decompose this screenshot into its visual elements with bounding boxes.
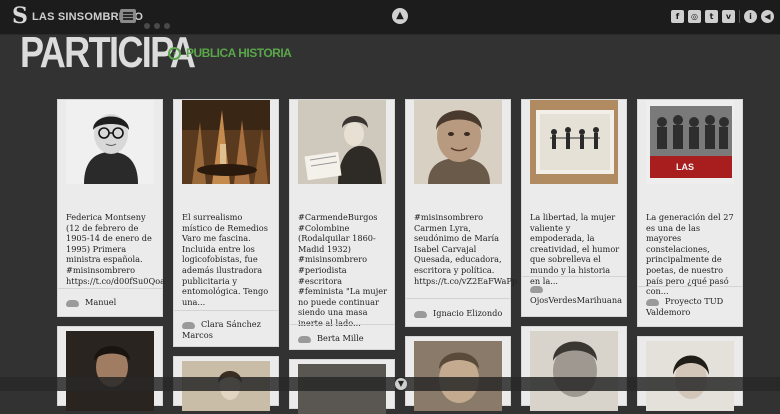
- story-image: LAS: [646, 100, 734, 184]
- author-name: Proyecto TUD Valdemoro: [646, 296, 724, 317]
- separator: [739, 10, 740, 23]
- divider: [174, 310, 278, 311]
- story-card[interactable]: [57, 326, 163, 411]
- story-image: [530, 100, 618, 184]
- story-card[interactable]: El surrealismo místico de Remedios Varo …: [173, 99, 279, 347]
- user-icon: [414, 310, 427, 318]
- story-card[interactable]: [521, 326, 627, 411]
- author-name: Manuel: [85, 297, 117, 307]
- story-image: [298, 100, 386, 184]
- story-image: [182, 100, 270, 184]
- story-image: [530, 331, 618, 411]
- facebook-icon[interactable]: f: [671, 10, 684, 23]
- story-image: [646, 341, 734, 411]
- chevron-up-icon[interactable]: ▲: [392, 8, 408, 24]
- volume-icon[interactable]: ◀: [761, 10, 774, 23]
- story-author: Berta Mille: [298, 333, 390, 344]
- story-card[interactable]: #misinsombrero Carmen Lyra, seudónimo de…: [405, 99, 518, 327]
- story-text: #CarmendeBurgos #Colombine (Rodalquilar …: [298, 212, 388, 328]
- story-image: [414, 341, 502, 411]
- story-image: [66, 100, 154, 184]
- user-icon: [66, 299, 79, 307]
- story-card[interactable]: Federica Montseny (12 de febrero de 1905…: [57, 99, 166, 317]
- story-image: [414, 100, 502, 184]
- author-name: OjosVerdesMarihuana: [530, 295, 622, 305]
- menu-icon[interactable]: [120, 9, 136, 23]
- story-author: OjosVerdesMarihuana: [530, 286, 622, 306]
- story-card[interactable]: LAS La generación del 27 es una de las m…: [637, 99, 743, 327]
- bottom-bar: ▼: [0, 377, 780, 391]
- story-author: Clara Sánchez Marcos: [182, 319, 274, 340]
- story-author: Manuel: [66, 297, 158, 308]
- divider: [406, 298, 510, 299]
- author-name: Berta Mille: [317, 333, 364, 343]
- story-card[interactable]: La libertad, la mujer valiente y empoder…: [521, 99, 627, 317]
- story-image: [66, 331, 154, 411]
- divider: [58, 288, 162, 289]
- story-text: La generación del 27 es una de las mayor…: [646, 212, 734, 297]
- story-text: El surrealismo místico de Remedios Varo …: [182, 212, 269, 307]
- publica-historia-link[interactable]: › PUBLICA HISTORIA: [168, 46, 292, 60]
- story-card[interactable]: [405, 336, 511, 411]
- user-icon: [298, 335, 311, 343]
- arrow-right-circle-icon: ›: [168, 46, 181, 60]
- story-author: Ignacio Elizondo: [414, 308, 506, 319]
- user-icon: [530, 286, 543, 293]
- svg-text:LAS: LAS: [676, 162, 694, 172]
- author-name: Ignacio Elizondo: [433, 308, 503, 318]
- story-author: Proyecto TUD Valdemoro: [646, 296, 738, 317]
- story-text: Federica Montseny (12 de febrero de 1905…: [66, 212, 166, 286]
- site-logo[interactable]: S: [12, 4, 28, 28]
- social-links: f ◎ t v i ◀: [671, 10, 774, 23]
- info-icon[interactable]: i: [744, 10, 757, 23]
- vimeo-icon[interactable]: v: [722, 10, 735, 23]
- instagram-icon[interactable]: ◎: [688, 10, 701, 23]
- user-icon: [182, 321, 195, 329]
- story-text: #misinsombrero Carmen Lyra, seudónimo de…: [414, 212, 518, 286]
- author-name: Clara Sánchez Marcos: [182, 319, 261, 340]
- publica-historia-label: PUBLICA HISTORIA: [186, 46, 292, 60]
- chevron-down-icon[interactable]: ▼: [395, 378, 407, 390]
- twitter-icon[interactable]: t: [705, 10, 718, 23]
- divider: [290, 324, 394, 325]
- story-card[interactable]: [637, 336, 743, 411]
- divider: [638, 286, 742, 287]
- divider: [522, 276, 626, 277]
- user-icon: [646, 298, 659, 306]
- story-card[interactable]: #CarmendeBurgos #Colombine (Rodalquilar …: [289, 99, 395, 350]
